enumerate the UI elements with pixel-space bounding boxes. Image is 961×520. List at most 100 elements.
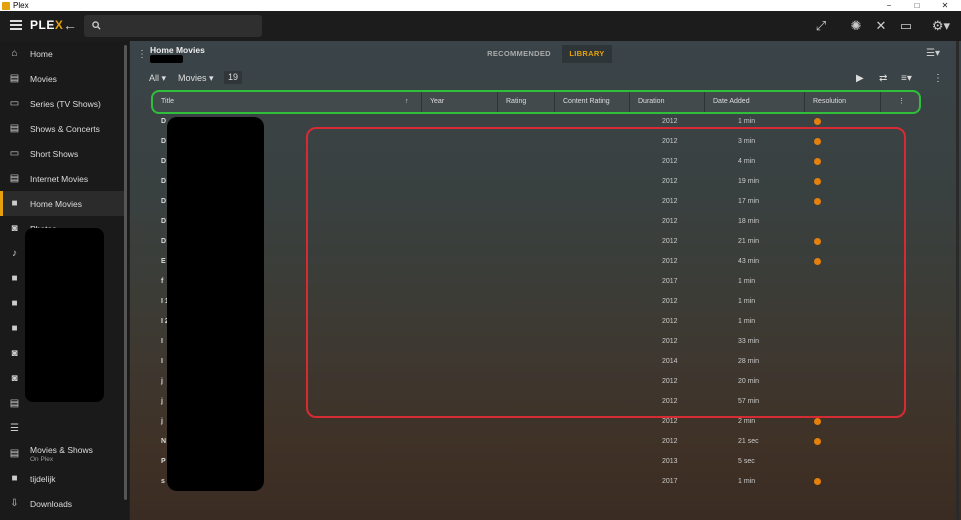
- close-button[interactable]: ✕: [931, 0, 959, 11]
- add-to-queue-icon[interactable]: ≡▾: [901, 73, 912, 84]
- download-icon: ⇩: [10, 498, 19, 509]
- shuffle-icon[interactable]: ⇄: [879, 73, 887, 84]
- library-header: ⋮ Home Movies RECOMMENDED LIBRARY ☰▾: [130, 41, 961, 67]
- item-count-badge: 19: [224, 71, 242, 84]
- resolution-status-dot: [814, 438, 821, 445]
- sidebar-item-home-movies[interactable]: ■ Home Movies: [0, 191, 124, 216]
- camera-icon: ◙: [11, 373, 18, 384]
- table-row[interactable]: s 2017 1 min: [153, 472, 919, 492]
- camera-icon: ◙: [11, 223, 18, 234]
- film-icon: ▤: [9, 398, 20, 409]
- plex-app-icon: [2, 1, 10, 10]
- minimize-button[interactable]: −: [875, 0, 903, 11]
- view-mode-icon[interactable]: ☰▾: [926, 48, 940, 59]
- resolution-status-dot: [814, 418, 821, 425]
- sidebar-item-label: Short Shows: [30, 148, 79, 159]
- cast-icon[interactable]: ▭: [898, 18, 914, 34]
- sidebar-item-tijdelijk[interactable]: ■ tijdelijk: [0, 466, 124, 491]
- sidebar-item-label: Series (TV Shows): [30, 98, 101, 109]
- sidebar-item-movies-shows[interactable]: ▤ Movies & Shows On Plex: [0, 441, 124, 466]
- video-camera-icon: ■: [11, 273, 18, 284]
- filter-all-dropdown[interactable]: All ▾: [149, 73, 166, 84]
- main-scrollbar[interactable]: [956, 41, 959, 520]
- table-row[interactable]: N 2012 21 sec: [153, 432, 919, 452]
- row-title: s: [161, 478, 165, 485]
- filter-bar: All ▾ Movies ▾ 19 ▶ ⇄ ≡▾ ⋮: [130, 71, 961, 87]
- library-title: Home Movies: [150, 45, 205, 55]
- row-title: D: [161, 118, 167, 125]
- sidebar-item-downloads[interactable]: ⇩ Downloads: [0, 491, 124, 516]
- plex-logo[interactable]: PLEX: [30, 18, 63, 32]
- sidebar-item-series-tv-shows-[interactable]: ▭ Series (TV Shows): [0, 91, 124, 116]
- tv-icon: ▭: [9, 148, 20, 159]
- sidebar-item-home[interactable]: ⌂ Home: [0, 41, 124, 66]
- music-icon: ♪: [12, 248, 17, 259]
- top-bar: PLEX ← ⤢ ✺ ✕ ▭ ⚙▾: [0, 11, 961, 41]
- table-row[interactable]: P 2013 5 sec: [153, 452, 919, 472]
- camera-icon: ◙: [11, 348, 18, 359]
- sidebar-item-hidden-15[interactable]: ☰: [0, 416, 124, 441]
- row-title: P: [161, 458, 166, 465]
- sidebar-item-internet-movies[interactable]: ▤ Internet Movies: [0, 166, 124, 191]
- filter-type-dropdown[interactable]: Movies ▾: [178, 73, 214, 84]
- maximize-button[interactable]: □: [903, 0, 931, 11]
- video-camera-icon: ■: [11, 323, 18, 334]
- more-options-icon[interactable]: ⋮: [933, 73, 943, 84]
- row-year: 2012: [662, 438, 678, 445]
- search-input[interactable]: [84, 15, 262, 37]
- home-icon: ⌂: [11, 48, 18, 59]
- row-duration: 1 min: [738, 118, 756, 125]
- video-camera-icon: ■: [11, 298, 18, 309]
- tab-recommended[interactable]: RECOMMENDED: [480, 45, 558, 63]
- hamburger-menu-icon[interactable]: [10, 20, 22, 31]
- tab-library[interactable]: LIBRARY: [562, 45, 612, 63]
- window-titlebar: Plex − □ ✕: [0, 0, 961, 11]
- row-duration: 5 sec: [738, 458, 755, 465]
- film-icon: ▤: [9, 73, 20, 84]
- row-title: N: [161, 438, 167, 445]
- user-menu-icon[interactable]: ⚙▾: [930, 18, 952, 34]
- sidebar-item-label: Movies & Shows: [30, 445, 93, 455]
- back-arrow-icon[interactable]: ←: [63, 17, 77, 33]
- red-highlight-annotation: [306, 127, 906, 418]
- video-camera-icon: ■: [11, 473, 18, 484]
- settings-tools-icon[interactable]: ✕: [873, 18, 889, 34]
- resolution-status-dot: [814, 118, 821, 125]
- window-title: Plex: [13, 1, 29, 10]
- sidebar-item-label: Movies: [30, 73, 57, 84]
- tv-icon: ▭: [9, 98, 20, 109]
- row-year: 2012: [662, 118, 678, 125]
- row-duration: 2 min: [738, 418, 756, 425]
- sidebar-item-label: Downloads: [30, 498, 73, 509]
- list-icon: ☰: [10, 423, 19, 434]
- row-title: I: [161, 358, 163, 365]
- sidebar-item-label: Internet Movies: [30, 173, 89, 184]
- row-year: 2012: [662, 418, 678, 425]
- main-content: ⋮ Home Movies RECOMMENDED LIBRARY ☰▾ All…: [130, 41, 961, 520]
- resolution-status-dot: [814, 478, 821, 485]
- sidebar-item-label: Home Movies: [30, 198, 82, 209]
- library-options-icon[interactable]: ⋮: [137, 49, 147, 60]
- film-icon: ▤: [9, 173, 20, 184]
- activity-icon[interactable]: ✺: [848, 18, 864, 34]
- fullscreen-icon[interactable]: ⤢: [813, 18, 829, 34]
- row-duration: 21 sec: [738, 438, 759, 445]
- row-duration: 1 min: [738, 478, 756, 485]
- row-year: 2013: [662, 458, 678, 465]
- sidebar-item-movies[interactable]: ▤ Movies: [0, 66, 124, 91]
- row-title: D: [161, 238, 167, 245]
- search-icon: [92, 21, 101, 30]
- row-title: f: [161, 278, 164, 285]
- sidebar-scrollbar[interactable]: [124, 45, 127, 500]
- play-icon[interactable]: ▶: [856, 73, 864, 84]
- sidebar-item-label: Home: [30, 48, 53, 59]
- sidebar-item-sublabel: On Plex: [30, 456, 54, 463]
- sidebar-item-short-shows[interactable]: ▭ Short Shows: [0, 141, 124, 166]
- sidebar-item-label: Shows & Concerts: [30, 123, 100, 134]
- green-highlight-annotation: [151, 90, 921, 114]
- sidebar-item-shows-concerts[interactable]: ▤ Shows & Concerts: [0, 116, 124, 141]
- redacted-titles: [167, 117, 264, 491]
- row-title: I: [161, 338, 163, 345]
- row-year: 2017: [662, 478, 678, 485]
- redacted-sidebar-labels: [25, 228, 104, 402]
